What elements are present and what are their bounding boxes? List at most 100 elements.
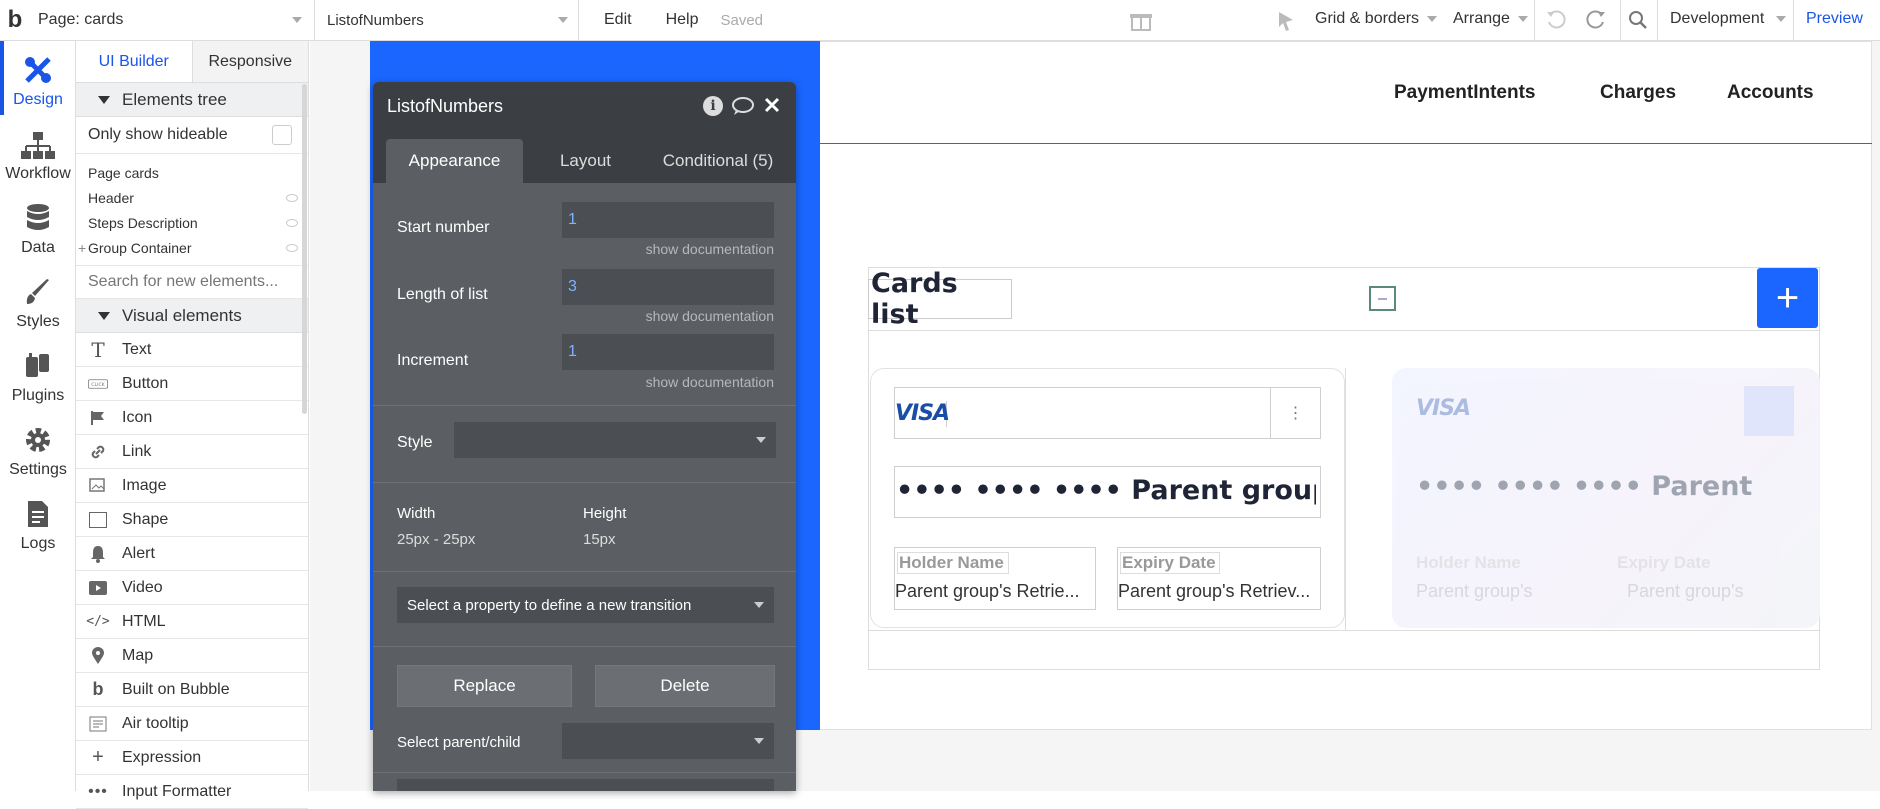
tab-design[interactable]: Design [0,41,76,115]
add-card-button[interactable]: + [1757,268,1818,328]
triangle-down-icon [98,95,110,104]
search-icon[interactable] [1627,9,1649,31]
tab-workflow-label: Workflow [5,165,71,182]
redo-icon[interactable] [1585,9,1607,31]
delete-button[interactable]: Delete [595,665,775,707]
palette-scrollbar[interactable] [302,84,307,414]
visual-elements-header[interactable]: Visual elements [76,299,308,333]
eye-icon[interactable] [286,193,298,202]
list-of-numbers-element[interactable] [1369,286,1396,311]
plus-icon: + [92,746,104,768]
element-shape[interactable]: Shape [76,503,308,537]
main-tab-bar: Design Workflow Data Styles Plugins Sett… [0,41,76,791]
only-show-hideable-checkbox[interactable] [272,125,292,145]
additional-field[interactable] [397,779,774,791]
replace-button[interactable]: Replace [397,665,572,707]
tab-conditional[interactable]: Conditional (5) [643,139,793,183]
element-button[interactable]: CLICK Button [76,367,308,401]
edit-menu[interactable]: Edit [604,11,632,29]
property-editor-header[interactable]: ListofNumbers i [373,82,796,131]
element-html[interactable]: </> HTML [76,605,308,639]
tab-ui-builder[interactable]: UI Builder [76,41,193,82]
pointer-icon[interactable] [1276,10,1296,32]
show-documentation-link[interactable]: show documentation [562,308,774,324]
visa-logo: VISA [1416,396,1471,421]
element-icon[interactable]: Icon [76,401,308,435]
bubble-logo[interactable]: b [0,0,30,41]
nav-link-charges[interactable]: Charges [1600,82,1676,104]
length-of-list-label: Length of list [397,286,488,303]
help-menu[interactable]: Help [666,11,699,29]
undo-icon[interactable] [1545,9,1567,31]
element-alert[interactable]: Alert [76,537,308,571]
show-documentation-link[interactable]: show documentation [562,374,774,390]
info-icon[interactable]: i [703,96,723,116]
element-input-formatter[interactable]: ••• Input Formatter [76,775,308,809]
environment-selector[interactable]: Development [1670,10,1787,28]
element-link[interactable]: Link [76,435,308,469]
tab-settings[interactable]: Settings [0,411,76,485]
visual-elements-label: Visual elements [122,305,242,325]
tab-workflow[interactable]: Workflow [0,115,76,189]
element-image[interactable]: Image [76,469,308,503]
element-label: Shape [122,510,169,528]
page-selector[interactable]: Page: cards [30,11,314,29]
tab-appearance[interactable]: Appearance [386,139,523,183]
element-built-on-bubble[interactable]: b Built on Bubble [76,673,308,707]
nav-link-paymentintents[interactable]: PaymentIntents [1394,82,1535,104]
card-menu-icon[interactable] [1744,386,1794,436]
element-map[interactable]: Map [76,639,308,673]
chevron-down-icon [756,437,766,443]
expand-icon[interactable]: + [78,240,86,256]
grid-borders-menu[interactable]: Grid & borders [1315,10,1438,28]
holder-box: Holder Name Parent group's Retrie... [894,547,1096,610]
transition-dropdown[interactable]: Select a property to define a new transi… [397,587,774,623]
length-of-list-input[interactable]: 3 [562,269,774,305]
tab-responsive[interactable]: Responsive [192,41,308,82]
card-number: •••• •••• •••• Parent [1416,471,1753,502]
card-item[interactable]: VISA •••• •••• •••• Parent Holder Name P… [1392,368,1820,628]
tab-data[interactable]: Data [0,189,76,263]
element-expression[interactable]: + Expression [76,741,308,775]
elements-tree-header[interactable]: Elements tree [76,83,308,117]
comment-icon[interactable] [731,96,755,116]
preview-link[interactable]: Preview [1806,10,1863,28]
parent-child-dropdown[interactable] [562,723,774,759]
page-selector-label: Page: cards [38,11,124,28]
tab-styles[interactable]: Styles [0,263,76,337]
tab-plugins[interactable]: Plugins [0,337,76,411]
close-icon[interactable] [761,94,783,116]
property-editor[interactable]: ListofNumbers i Appearance Layout Condit… [373,82,796,791]
element-search-input[interactable] [88,273,288,291]
increment-input[interactable]: 1 [562,334,774,370]
cards-list-title[interactable]: Cards list [868,268,1012,330]
tree-item-label: Group Container [88,239,192,256]
chevron-down-icon [754,602,764,608]
arrange-menu[interactable]: Arrange [1453,10,1528,28]
start-number-input[interactable]: 1 [562,202,774,238]
element-selector[interactable]: ListofNumbers [315,12,578,29]
element-label: Text [122,340,152,358]
element-label: Expression [122,748,202,766]
gift-icon[interactable] [1129,8,1153,32]
code-icon: </> [86,614,110,629]
database-icon [27,204,49,230]
tab-layout[interactable]: Layout [538,139,633,183]
tree-item-group-container[interactable]: + Group Container [76,235,308,260]
eye-icon[interactable] [286,218,298,227]
nav-link-accounts[interactable]: Accounts [1727,82,1814,104]
show-documentation-link[interactable]: show documentation [562,241,774,257]
holder-name-label: Holder Name [1416,553,1521,572]
card-menu-icon[interactable]: ⋮ [1270,388,1320,438]
eye-icon[interactable] [286,243,298,252]
tree-item-steps-description[interactable]: Steps Description [76,210,308,235]
tree-item-page[interactable]: Page cards [76,160,308,185]
tree-item-label: Page cards [88,164,159,181]
element-air-tooltip[interactable]: Air tooltip [76,707,308,741]
tab-logs[interactable]: Logs [0,485,76,559]
card-item[interactable]: VISA ⋮ •••• •••• •••• Parent group's... … [870,368,1345,628]
element-video[interactable]: Video [76,571,308,605]
style-dropdown[interactable] [454,422,776,458]
tree-item-header[interactable]: Header [76,185,308,210]
element-text[interactable]: T Text [76,333,308,367]
